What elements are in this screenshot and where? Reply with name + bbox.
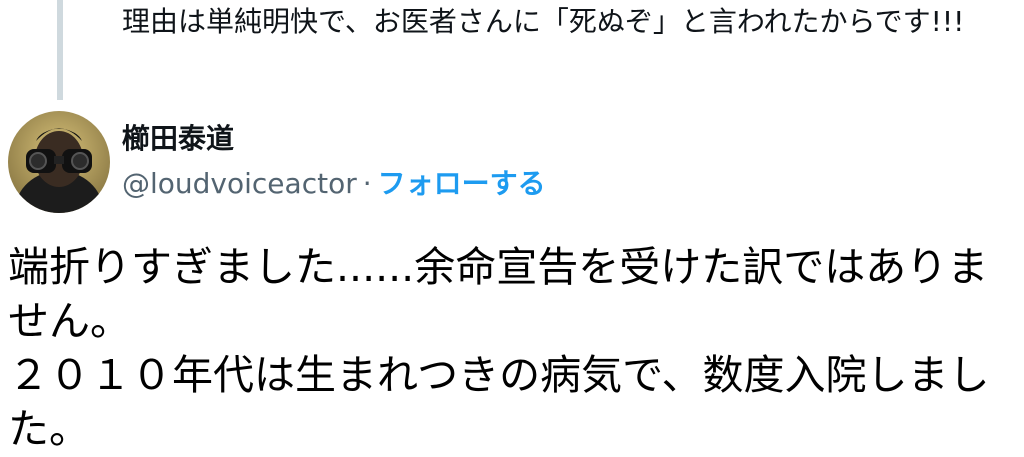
user-avatar-icon (8, 111, 110, 213)
meta-separator: · (362, 167, 372, 200)
thread-connector-line (57, 0, 63, 100)
tweet-paragraph: 端折りすぎました......余命宣告を受けた訳ではありません。 (8, 243, 989, 345)
follow-button[interactable]: フォローする (378, 167, 546, 200)
author-avatar[interactable] (8, 111, 110, 213)
previous-tweet-text: 理由は単純明快で、お医者さんに「死ぬぞ」と言われたからです!!! (122, 5, 965, 38)
author-meta-line: @loudvoiceactor · フォローする (122, 166, 546, 202)
tweet-screenshot: 理由は単純明快で、お医者さんに「死ぬぞ」と言われたからです!!! 櫛田泰道 @l… (0, 0, 1024, 457)
tweet-paragraph: ２０１０年代は生まれつきの病気で、数度入院しました。 (8, 351, 990, 453)
tweet-body: 端折りすぎました......余命宣告を受けた訳ではありません。 ２０１０年代は生… (8, 240, 1013, 456)
author-handle[interactable]: @loudvoiceactor (122, 167, 357, 200)
author-display-name[interactable]: 櫛田泰道 (122, 121, 234, 157)
